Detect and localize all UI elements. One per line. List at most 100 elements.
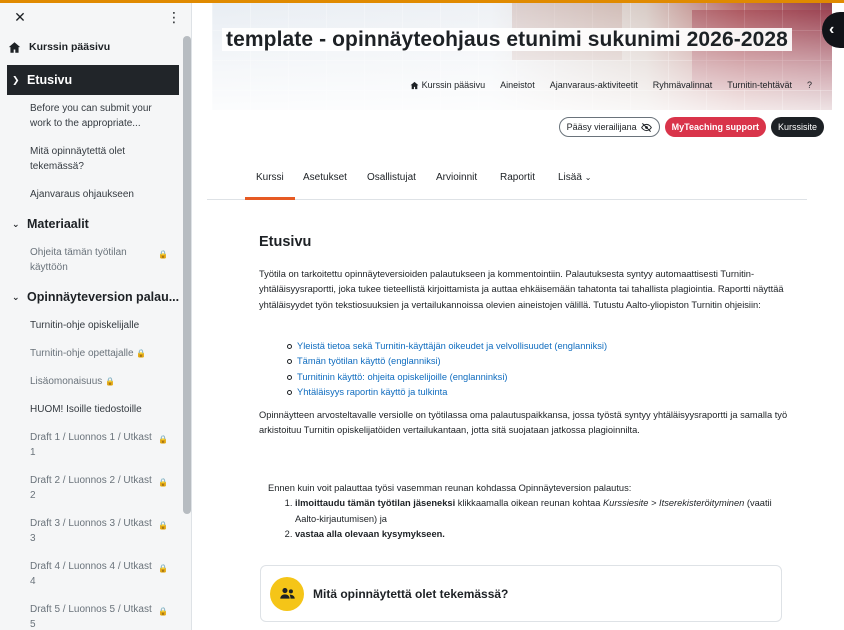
tab-osallistujat[interactable]: Osallistujat <box>367 172 416 183</box>
section-heading: Etusivu <box>259 234 312 250</box>
link-student-guide[interactable]: Turnitinin käyttö: ohjeita opiskelijoill… <box>297 370 508 385</box>
step-1-italic: Kurssiesite > Itserekisteröityminen <box>602 498 745 509</box>
tab-asetukset[interactable]: Asetukset <box>303 172 347 183</box>
list-item: Yhtäläisyys raportin käyttö ja tulkinta <box>287 385 607 400</box>
section-etusivu[interactable]: ❯ Etusivu <box>7 65 179 95</box>
steps-list: ilmoittaudu tämän työtilan jäseneksi kli… <box>295 496 788 542</box>
top-menu-groups[interactable]: Ryhmävalinnat <box>653 80 713 90</box>
course-index-drawer: ✕ ⋮ Kurssin pääsivu ❯ Etusivu Before you… <box>0 3 192 630</box>
top-menu-label: Ajanvaraus-aktiviteetit <box>549 80 638 90</box>
lock-icon: 🔒 <box>158 607 168 616</box>
section-title: Materiaalit <box>27 217 89 231</box>
activity-name: Mitä opinnäytettä olet tekemässä? <box>313 586 509 601</box>
intro-paragraph: Työtila on tarkoitettu opinnäyteversioid… <box>259 269 784 310</box>
activity-card-thesis-choice[interactable]: Mitä opinnäytettä olet tekemässä? <box>260 565 782 622</box>
nav-item-booking[interactable]: Ajanvaraus ohjaukseen <box>0 181 182 209</box>
nav-item-label: Ajanvaraus ohjaukseen <box>30 189 134 200</box>
nav-item-label: Draft 5 / Luonnos 5 / Utkast 5 <box>30 604 152 630</box>
step-1: ilmoittaudu tämän työtilan jäseneksi kli… <box>295 496 788 527</box>
lock-icon: 🔒 <box>136 349 147 358</box>
secondary-navigation: Kurssi Asetukset Osallistujat Arvioinnit… <box>207 162 807 200</box>
eye-slash-icon <box>640 122 652 132</box>
lock-icon: 🔒 <box>158 435 168 444</box>
top-menu-label: Kurssin pääsivu <box>421 80 486 90</box>
lock-icon: 🔒 <box>158 521 168 530</box>
top-menu-turnitin[interactable]: Turnitin-tehtävät <box>727 80 792 90</box>
lock-icon: 🔒 <box>158 478 168 487</box>
nav-item-turnitin-student[interactable]: Turnitin-ohje opiskelijalle <box>0 312 182 340</box>
lock-icon: 🔒 <box>158 250 168 259</box>
top-menu-label: ? <box>806 80 812 90</box>
step-2-bold: vastaa alla olevaan kysymykseen. <box>295 528 445 539</box>
chevron-left-icon: ‹ <box>829 21 835 38</box>
course-page-button[interactable]: Kurssisite <box>770 117 824 137</box>
guest-access-button[interactable]: Pääsy vierailijana <box>558 117 660 137</box>
guest-access-label: Pääsy vierailijana <box>566 122 637 132</box>
chevron-down-icon[interactable]: ❯ <box>12 75 22 86</box>
list-item: Yleistä tietoa sekä Turnitin-käyttäjän o… <box>287 339 607 354</box>
drawer-header: ✕ ⋮ <box>0 3 191 31</box>
list-item: Tämän työtilan käyttö (englanniksi) <box>287 354 607 369</box>
course-page-label: Kurssisite <box>777 122 817 132</box>
link-turnitin-rights[interactable]: Yleistä tietoa sekä Turnitin-käyttäjän o… <box>297 339 607 354</box>
top-menu-help[interactable]: ? <box>807 80 812 90</box>
top-menu-label: Ryhmävalinnat <box>652 80 713 90</box>
course-title: template - opinnäyteohjaus etunimi sukun… <box>222 28 792 52</box>
nav-item-draft-3[interactable]: Draft 3 / Luonnos 3 / Utkast 3 🔒 <box>0 510 182 553</box>
chevron-down-icon[interactable]: ⌄ <box>12 219 22 230</box>
tab-kurssi[interactable]: Kurssi <box>245 172 295 200</box>
tab-lisaa-label: Lisää <box>558 172 582 183</box>
steps-intro: Ennen kuin voit palauttaa työsi vasemman… <box>268 483 632 493</box>
section-title: Etusivu <box>27 73 73 87</box>
users-icon <box>270 576 304 611</box>
nav-item-label: Lisäomonaisuus <box>30 376 103 387</box>
link-similarity-report[interactable]: Yhtäläisyys raportin käyttö ja tulkinta <box>297 385 447 400</box>
support-label: MyTeaching support <box>671 122 759 132</box>
top-menu-label: Aineistot <box>500 80 535 90</box>
kebab-menu-icon[interactable]: ⋮ <box>166 9 182 25</box>
nav-item-large-files[interactable]: HUOM! Isoille tiedostoille <box>0 396 182 424</box>
course-index: ❯ Etusivu Before you can submit your wor… <box>0 65 182 630</box>
nav-item-workspace-guide[interactable]: Ohjeita tämän työtilan käyttöön 🔒 <box>0 239 182 282</box>
nav-item-label: Draft 4 / Luonnos 4 / Utkast 4 <box>30 561 152 587</box>
course-top-menu: Kurssin pääsivu Aineistot Ajanvaraus-akt… <box>410 80 812 90</box>
nav-item-turnitin-teacher[interactable]: Turnitin-ohje opettajalle 🔒 <box>0 340 182 368</box>
tab-lisaa[interactable]: Lisää ⌄ <box>558 172 591 183</box>
nav-item-draft-1[interactable]: Draft 1 / Luonnos 1 / Utkast 1 🔒 <box>0 424 182 467</box>
nav-item-thesis-question[interactable]: Mitä opinnäytettä olet tekemässä? <box>0 138 182 181</box>
close-icon[interactable]: ✕ <box>12 9 28 25</box>
chevron-down-icon: ⌄ <box>584 173 592 182</box>
nav-item-draft-4[interactable]: Draft 4 / Luonnos 4 / Utkast 4 🔒 <box>0 553 182 596</box>
header-actions: Pääsy vierailijana MyTeaching support Ku… <box>558 117 824 137</box>
nav-item-draft-2[interactable]: Draft 2 / Luonnos 2 / Utkast 2 🔒 <box>0 467 182 510</box>
chevron-down-icon[interactable]: ⌄ <box>12 292 22 303</box>
myteaching-support-button[interactable]: MyTeaching support <box>664 117 766 137</box>
top-accent-line <box>0 0 844 3</box>
nav-item-label: Mitä opinnäytettä olet tekemässä? <box>30 146 126 172</box>
nav-item-before-submit[interactable]: Before you can submit your work to the a… <box>0 95 182 138</box>
step-1-bold: ilmoittaudu tämän työtilan jäseneksi <box>295 498 456 509</box>
nav-item-extra[interactable]: Lisäomonaisuus 🔒 <box>0 368 182 396</box>
drawer-home-label: Kurssin pääsivu <box>29 41 111 53</box>
nav-item-label: Ohjeita tämän työtilan käyttöön <box>30 247 127 273</box>
tab-arvioinnit[interactable]: Arvioinnit <box>436 172 477 183</box>
top-menu-materials[interactable]: Aineistot <box>500 80 535 90</box>
lock-icon: 🔒 <box>105 377 116 386</box>
submission-steps: Ennen kuin voit palauttaa työsi vasemman… <box>268 481 788 542</box>
drawer-scrollbar[interactable] <box>183 36 191 514</box>
top-menu-home[interactable]: Kurssin pääsivu <box>410 80 486 90</box>
drawer-home-link[interactable]: Kurssin pääsivu <box>8 37 110 57</box>
nav-item-draft-5[interactable]: Draft 5 / Luonnos 5 / Utkast 5 🔒 <box>0 596 182 630</box>
top-menu-booking[interactable]: Ajanvaraus-aktiviteetit <box>550 80 638 90</box>
section-palautus[interactable]: ⌄ Opinnäyteversion palau... <box>0 282 182 312</box>
link-workspace-usage[interactable]: Tämän työtilan käyttö (englanniksi) <box>297 354 441 369</box>
nav-item-label: Draft 2 / Luonnos 2 / Utkast 2 <box>30 475 152 501</box>
nav-item-label: Draft 1 / Luonnos 1 / Utkast 1 <box>30 432 152 458</box>
nav-item-label: HUOM! Isoille tiedostoille <box>30 404 142 415</box>
section-materiaalit[interactable]: ⌄ Materiaalit <box>0 209 182 239</box>
course-header-image <box>212 0 832 110</box>
list-item: Turnitinin käyttö: ohjeita opiskelijoill… <box>287 370 607 385</box>
home-icon <box>410 81 419 89</box>
tab-raportit[interactable]: Raportit <box>500 172 535 183</box>
top-menu-label: Turnitin-tehtävät <box>727 80 792 90</box>
